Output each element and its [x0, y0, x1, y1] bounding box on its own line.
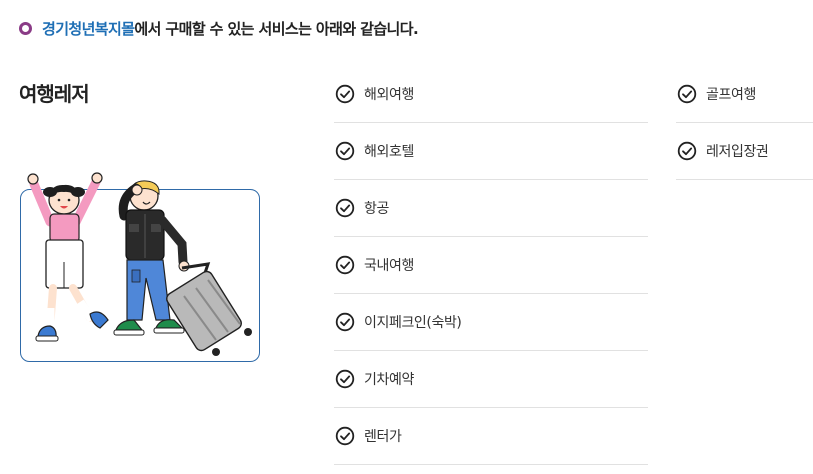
check-circle-icon	[335, 312, 355, 332]
circle-bullet-icon	[19, 21, 32, 35]
check-circle-icon	[677, 141, 697, 161]
check-circle-icon	[335, 369, 355, 389]
service-label: 국내여행	[364, 258, 414, 274]
service-list-column-1: 해외여행 해외호텔 항공 국내여행 이지페크인(숙박) 기차예약 렌터가	[334, 66, 648, 465]
service-label: 해외여행	[364, 87, 414, 103]
service-label: 레저입장권	[706, 144, 769, 160]
service-label: 렌터가	[364, 429, 402, 445]
check-circle-icon	[335, 426, 355, 446]
brand-name: 경기청년복지몰	[42, 19, 135, 38]
service-item[interactable]: 렌터가	[334, 408, 648, 465]
service-item[interactable]: 해외호텔	[334, 123, 648, 180]
service-list-column-2: 골프여행 레저입장권	[676, 66, 813, 180]
service-label: 골프여행	[706, 87, 756, 103]
service-label: 기차예약	[364, 372, 414, 388]
travelers-illustration	[20, 172, 260, 362]
service-label: 해외호텔	[364, 144, 414, 160]
service-label: 이지페크인(숙박)	[364, 315, 462, 331]
service-item[interactable]: 이지페크인(숙박)	[334, 294, 648, 351]
service-item[interactable]: 항공	[334, 180, 648, 237]
category-title: 여행레저	[19, 82, 90, 106]
service-label: 항공	[364, 201, 389, 217]
intro-line: 경기청년복지몰에서 구매할 수 있는 서비스는 아래와 같습니다.	[19, 16, 419, 40]
service-item[interactable]: 해외여행	[334, 66, 648, 123]
check-circle-icon	[335, 255, 355, 275]
service-item[interactable]: 골프여행	[676, 66, 813, 123]
service-item[interactable]: 국내여행	[334, 237, 648, 294]
travel-illustration	[20, 170, 261, 364]
check-circle-icon	[677, 84, 697, 104]
service-item[interactable]: 레저입장권	[676, 123, 813, 180]
intro-description: 에서 구매할 수 있는 서비스는 아래와 같습니다.	[134, 19, 419, 38]
check-circle-icon	[335, 141, 355, 161]
check-circle-icon	[335, 198, 355, 218]
check-circle-icon	[335, 84, 355, 104]
intro-text: 경기청년복지몰에서 구매할 수 있는 서비스는 아래와 같습니다.	[42, 18, 419, 39]
service-item[interactable]: 기차예약	[334, 351, 648, 408]
